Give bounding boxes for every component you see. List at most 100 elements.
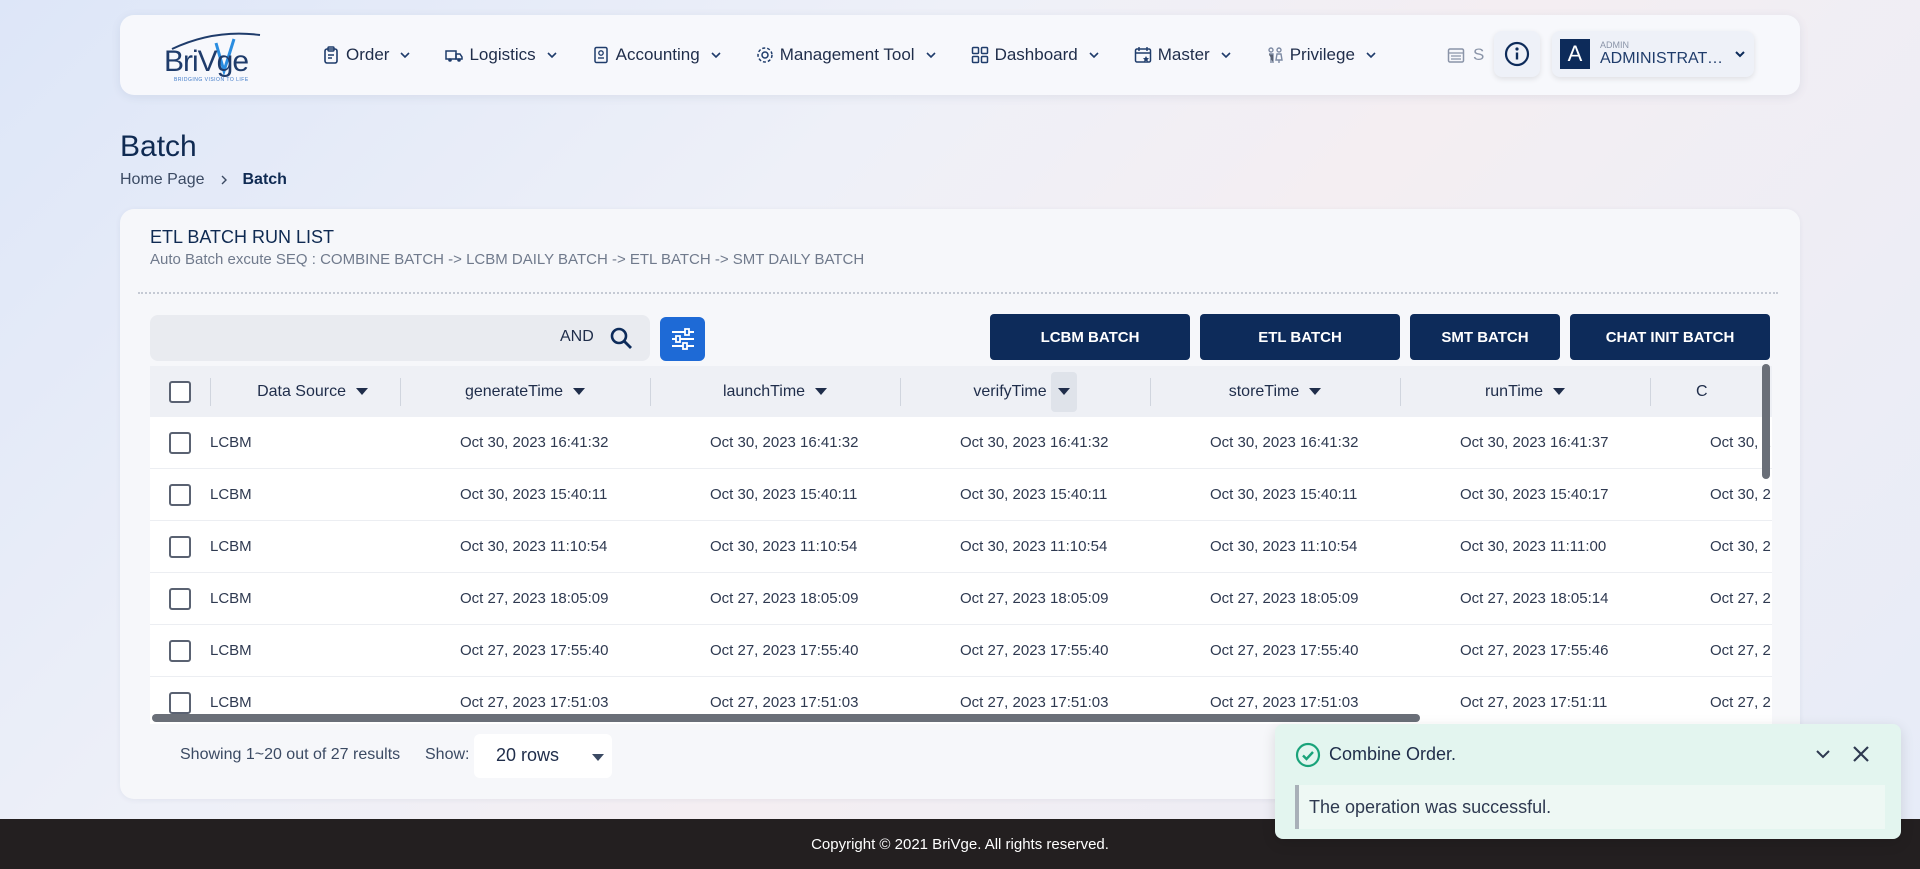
info-button[interactable] bbox=[1494, 31, 1540, 77]
grid-icon bbox=[971, 46, 988, 64]
nav-management-tool[interactable]: Management Tool bbox=[756, 35, 937, 75]
table-cell: Oct 30, 2023 15:40:11 bbox=[960, 486, 1108, 503]
close-icon[interactable] bbox=[1849, 742, 1873, 766]
logo-tagline: BRIDGING VISION TO LIFE bbox=[174, 77, 249, 83]
table-cell: Oct 27, 2023 18:05:09 bbox=[960, 590, 1109, 607]
row-checkbox[interactable] bbox=[169, 587, 191, 610]
rows-per-page-label: Show: bbox=[425, 746, 470, 763]
search-icon[interactable] bbox=[608, 325, 634, 351]
col-c[interactable]: C bbox=[1650, 366, 1772, 417]
table-cell: LCBM bbox=[210, 642, 252, 659]
document-icon bbox=[593, 46, 608, 64]
table-cell: Oct 27, 2023 17:51:03 bbox=[710, 694, 859, 711]
table-cell: Oct 27, 2023 18:05:14 bbox=[1460, 590, 1609, 607]
nav-master[interactable]: Master bbox=[1134, 35, 1232, 75]
col-generate-time-label: generateTime bbox=[464, 382, 564, 400]
table-cell: Oct 30, 2023 16:41:37 bbox=[1460, 434, 1609, 451]
col-data-source[interactable]: Data Source bbox=[210, 366, 400, 417]
table-header: Data Source generateTime launchTime veri… bbox=[150, 366, 1772, 417]
table-cell: Oct 27, 2023 18:05:09 bbox=[460, 590, 609, 607]
table-cell: LCBM bbox=[210, 434, 252, 451]
table-row[interactable]: LCBM Oct 30, 2023 11:10:54 Oct 30, 2023 11… bbox=[150, 521, 1772, 573]
col-launch-time[interactable]: launchTime bbox=[650, 366, 900, 417]
user-info: ADMIN ADMINISTRATO... bbox=[1600, 40, 1728, 68]
col-verify-time[interactable]: verifyTime bbox=[900, 366, 1150, 417]
table-cell: Oct 27, 2023 17:51:11 bbox=[1460, 694, 1608, 711]
chat-init-batch-button[interactable]: CHAT INIT BATCH bbox=[1570, 314, 1770, 360]
divider bbox=[138, 292, 1778, 294]
nav-logistics[interactable]: Logistics bbox=[445, 35, 557, 75]
table-cell: Oct 27, 2023 17:55:40 bbox=[1210, 642, 1359, 659]
table-cell: Oct 30, 2023 11:11:00 bbox=[1460, 538, 1607, 555]
search-input[interactable] bbox=[164, 325, 544, 351]
row-select-cell bbox=[150, 691, 210, 714]
select-all-checkbox[interactable] bbox=[169, 380, 191, 403]
col-store-time[interactable]: storeTime bbox=[1150, 366, 1400, 417]
lcbm-batch-button[interactable]: LCBM BATCH bbox=[990, 314, 1190, 360]
copyright-text: Copyright © 2021 BriVge. All rights rese… bbox=[811, 835, 1109, 853]
table-cell: Oct 27, 2023 18:05:09 bbox=[710, 590, 859, 607]
logo-text: BriVge bbox=[164, 45, 249, 78]
rows-per-page-select[interactable]: 20 rows bbox=[474, 734, 612, 778]
table-cell: Oct 27, 2 bbox=[1710, 590, 1771, 607]
nav-dashboard[interactable]: Dashboard bbox=[971, 35, 1100, 75]
nav-s[interactable]: S bbox=[1445, 35, 1484, 75]
brivge-logo[interactable]: BriVge BRIDGING VISION TO LIFE bbox=[164, 27, 264, 83]
etl-batch-card: ETL BATCH RUN LIST Auto Batch excute SEQ… bbox=[120, 209, 1800, 799]
table-cell: LCBM bbox=[210, 694, 252, 711]
dropdown-arrow-icon bbox=[592, 754, 604, 761]
nav-management-tool-label: Management Tool bbox=[779, 45, 915, 64]
row-select-cell bbox=[150, 483, 210, 506]
col-store-time-label: storeTime bbox=[1228, 382, 1300, 400]
info-icon bbox=[1504, 41, 1530, 67]
table-row[interactable]: LCBM Oct 30, 2023 15:40:11 Oct 30, 2023 15… bbox=[150, 469, 1772, 521]
toast-message: The operation was successful. bbox=[1295, 785, 1885, 829]
nav-privilege[interactable]: Privilege bbox=[1266, 35, 1377, 75]
table-cell: Oct 30, 2023 11:10:54 bbox=[960, 538, 1108, 555]
sort-caret-icon bbox=[573, 388, 586, 395]
chevron-down-icon bbox=[711, 52, 721, 59]
nav-accounting[interactable]: Accounting bbox=[592, 35, 722, 75]
smt-batch-button[interactable]: SMT BATCH bbox=[1410, 314, 1560, 360]
etl-batch-button[interactable]: ETL BATCH bbox=[1200, 314, 1400, 360]
top-navbar: BriVge BRIDGING VISION TO LIFE Order Log… bbox=[120, 15, 1800, 95]
user-name: ADMINISTRATO... bbox=[1600, 50, 1728, 67]
chevron-down-icon bbox=[400, 52, 411, 59]
col-launch-time-label: launchTime bbox=[722, 382, 806, 400]
row-checkbox[interactable] bbox=[169, 691, 191, 714]
table-cell: LCBM bbox=[210, 538, 252, 555]
table-horizontal-scrollbar[interactable] bbox=[152, 714, 1420, 722]
table-cell: Oct 27, 2023 17:51:03 bbox=[1210, 694, 1359, 711]
col-data-source-label: Data Source bbox=[257, 382, 346, 400]
select-all-cell bbox=[150, 366, 210, 417]
clipboard-icon bbox=[324, 46, 338, 64]
search-bar: AND bbox=[150, 315, 650, 361]
col-generate-time[interactable]: generateTime bbox=[400, 366, 650, 417]
breadcrumb-home-link[interactable]: Home Page bbox=[120, 171, 205, 189]
table-row[interactable]: LCBM Oct 30, 2023 16:41:32 Oct 30, 2023 16… bbox=[150, 417, 1772, 469]
table-vertical-scrollbar[interactable] bbox=[1762, 364, 1770, 479]
table-cell: Oct 27, 2 bbox=[1710, 694, 1771, 711]
table-cell: Oct 30, 2 bbox=[1710, 538, 1771, 555]
row-select-cell bbox=[150, 639, 210, 662]
row-checkbox[interactable] bbox=[169, 535, 191, 558]
user-menu[interactable]: A ADMIN ADMINISTRATO... bbox=[1552, 31, 1754, 77]
batch-table: Data Source generateTime launchTime veri… bbox=[150, 366, 1772, 724]
search-operator-toggle[interactable]: AND bbox=[560, 328, 594, 346]
table-cell: Oct 30, 2023 16:41:32 bbox=[960, 434, 1109, 451]
table-row[interactable]: LCBM Oct 27, 2023 17:55:40 Oct 27, 2023 17… bbox=[150, 625, 1772, 677]
table-cell: Oct 30, 2023 11:10:54 bbox=[460, 538, 608, 555]
row-checkbox[interactable] bbox=[169, 483, 191, 506]
row-checkbox[interactable] bbox=[169, 639, 191, 662]
col-run-time-label: runTime bbox=[1484, 382, 1544, 400]
row-checkbox[interactable] bbox=[169, 431, 191, 454]
advanced-filter-button[interactable] bbox=[660, 317, 705, 361]
col-run-time[interactable]: runTime bbox=[1400, 366, 1650, 417]
table-row[interactable]: LCBM Oct 27, 2023 18:05:09 Oct 27, 2023 18… bbox=[150, 573, 1772, 625]
sort-menu-button[interactable] bbox=[1050, 371, 1077, 412]
chevron-down-icon[interactable] bbox=[1813, 744, 1833, 764]
nav-order[interactable]: Order bbox=[322, 35, 411, 75]
row-select-cell bbox=[150, 431, 210, 454]
nav-order-label: Order bbox=[346, 45, 390, 64]
sort-caret-icon bbox=[815, 388, 828, 395]
